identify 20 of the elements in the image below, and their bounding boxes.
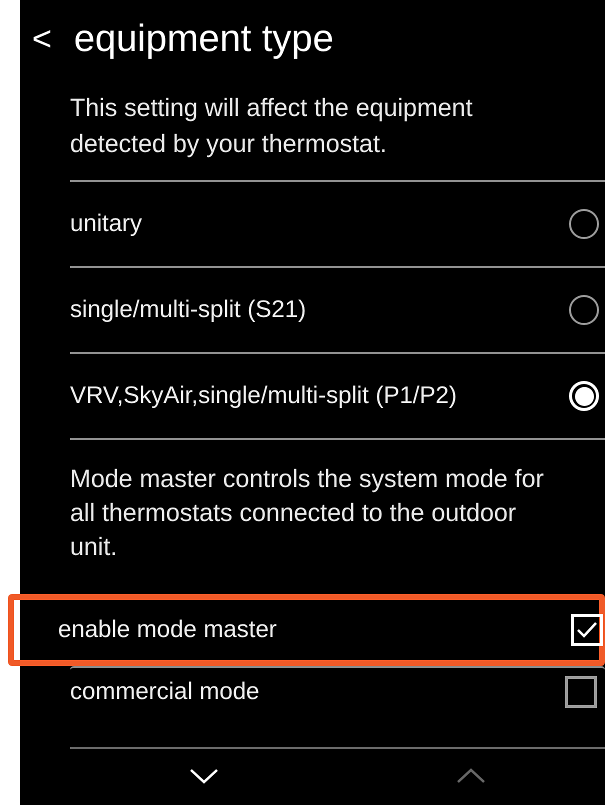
checkbox-label: commercial mode: [70, 678, 260, 706]
option-label: VRV,SkyAir,single/multi-split (P1/P2): [70, 382, 457, 410]
radio-option[interactable]: single/multi-split (S21): [70, 266, 605, 352]
back-button[interactable]: <: [28, 20, 56, 58]
chevron-up-icon: [456, 768, 486, 784]
radio-option[interactable]: VRV,SkyAir,single/multi-split (P1/P2): [70, 352, 605, 438]
note-text: Mode master controls the system mode for all thermostats connected to the outdoor unit.: [70, 438, 605, 564]
radio-option[interactable]: unitary: [70, 180, 605, 266]
description-text: This setting will affect the equipment detected by your thermostat.: [70, 93, 474, 160]
checkbox-row[interactable]: commercial mode: [70, 666, 605, 716]
checkbox[interactable]: [565, 676, 597, 708]
checkmark-icon: [576, 621, 598, 639]
page-title: equipment type: [74, 18, 334, 60]
option-label: single/multi-split (S21): [70, 296, 306, 324]
highlighted-checkbox-row[interactable]: enable mode master: [8, 594, 605, 666]
checkbox-label: enable mode master: [58, 616, 277, 644]
chevron-down-icon: [188, 768, 219, 784]
radio-button[interactable]: [569, 209, 599, 239]
option-label: unitary: [70, 210, 142, 238]
radio-button[interactable]: [569, 295, 599, 325]
